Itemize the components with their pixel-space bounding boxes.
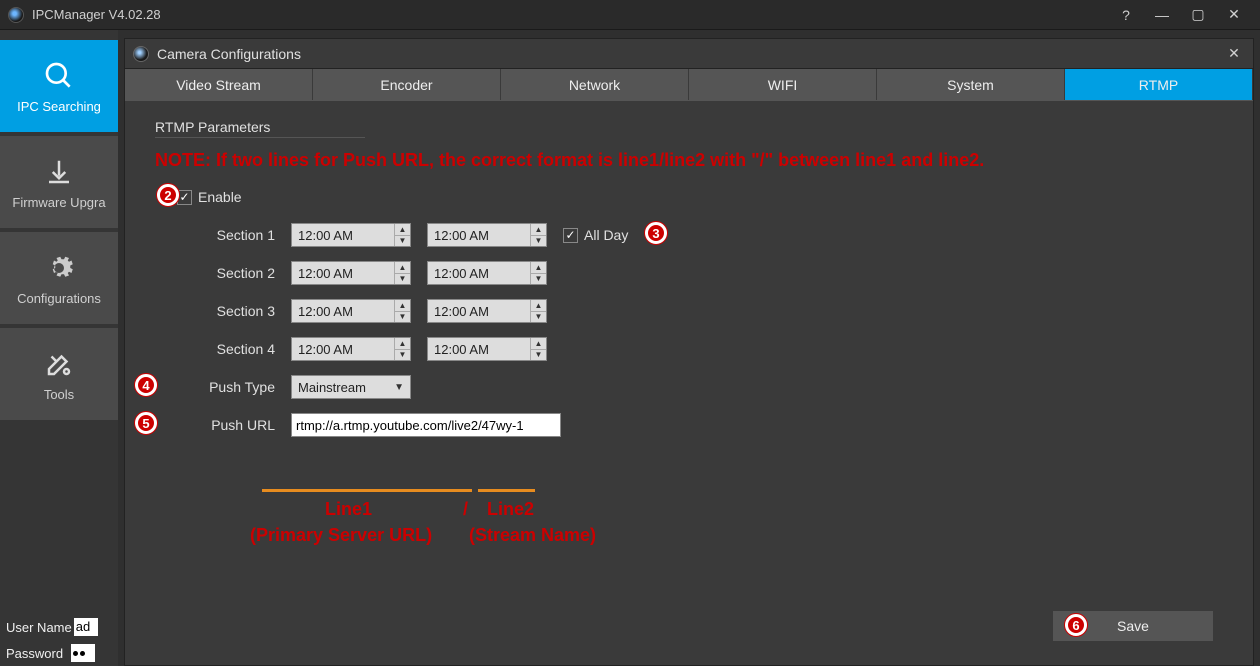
app-icon — [8, 7, 24, 23]
minimize-button[interactable]: — — [1144, 1, 1180, 29]
password-row: Password — [0, 640, 118, 666]
user-name-label: User Name — [6, 620, 72, 635]
app-title: IPCManager V4.02.28 — [32, 7, 1108, 22]
enable-label: Enable — [198, 189, 242, 205]
password-label: Password — [6, 646, 63, 661]
annotation-slash: / — [463, 499, 468, 520]
panel-tabs: Video Stream Encoder Network WIFI System… — [125, 69, 1253, 101]
tools-icon — [42, 347, 76, 381]
annotation-line1: Line1 — [325, 499, 372, 520]
user-name-row: User Name ad — [0, 614, 118, 640]
section-4-to[interactable]: 12:00 AM▲▼ — [427, 337, 547, 361]
camera-icon — [133, 46, 149, 62]
annotation-marker-6: 6 — [1065, 614, 1087, 636]
section-1-to[interactable]: 12:00 AM▲▼ — [427, 223, 547, 247]
annotation-marker-5: 5 — [135, 412, 157, 434]
search-icon — [42, 59, 76, 93]
section-1-label: Section 1 — [155, 227, 275, 243]
camera-config-panel: Camera Configurations ✕ Video Stream Enc… — [124, 38, 1254, 666]
push-type-label: Push Type — [155, 379, 275, 395]
sidebar-label: Tools — [0, 387, 118, 402]
section-1-from[interactable]: 12:00 AM▲▼ — [291, 223, 411, 247]
section-4-from[interactable]: 12:00 AM▲▼ — [291, 337, 411, 361]
close-button[interactable]: ✕ — [1216, 1, 1252, 29]
sidebar-label: Configurations — [0, 291, 118, 306]
annotation-marker-3: 3 — [645, 222, 667, 244]
annotation-line2: Line2 — [487, 499, 534, 520]
sidebar: IPC Searching Firmware Upgra Configurati… — [0, 30, 118, 666]
tab-wifi[interactable]: WIFI — [689, 69, 877, 100]
section-3-label: Section 3 — [155, 303, 275, 319]
section-2-label: Section 2 — [155, 265, 275, 281]
push-type-select[interactable]: Mainstream ▼ — [291, 375, 411, 399]
section-title: RTMP Parameters — [155, 119, 365, 138]
push-url-label: Push URL — [155, 417, 275, 433]
titlebar: IPCManager V4.02.28 ? — ▢ ✕ — [0, 0, 1260, 30]
allday-checkbox[interactable] — [563, 228, 578, 243]
enable-checkbox[interactable] — [177, 190, 192, 205]
sidebar-item-firmware-upgrade[interactable]: Firmware Upgra — [0, 136, 118, 228]
annotation-primary: (Primary Server URL) — [250, 525, 432, 546]
annotation-marker-2: 2 — [157, 184, 179, 206]
annotation-underline-1 — [262, 489, 472, 492]
save-label: Save — [1117, 618, 1149, 634]
sidebar-item-configurations[interactable]: Configurations — [0, 232, 118, 324]
help-button[interactable]: ? — [1108, 1, 1144, 29]
annotation-marker-4: 4 — [135, 374, 157, 396]
push-type-value: Mainstream — [298, 380, 366, 395]
user-name-input[interactable]: ad — [74, 618, 98, 636]
section-2-to[interactable]: 12:00 AM▲▼ — [427, 261, 547, 285]
note-text: NOTE: If two lines for Push URL, the cor… — [155, 150, 1223, 171]
sidebar-label: IPC Searching — [0, 99, 118, 114]
panel-close-button[interactable]: ✕ — [1223, 45, 1245, 62]
tab-rtmp[interactable]: RTMP — [1065, 69, 1253, 100]
panel-title: Camera Configurations — [157, 46, 1223, 62]
annotation-stream: (Stream Name) — [469, 525, 596, 546]
tab-network[interactable]: Network — [501, 69, 689, 100]
section-3-to[interactable]: 12:00 AM▲▼ — [427, 299, 547, 323]
chevron-down-icon: ▼ — [394, 382, 404, 393]
save-button[interactable]: 6 Save — [1053, 611, 1213, 641]
sidebar-label: Firmware Upgra — [0, 195, 118, 210]
gear-icon — [42, 251, 76, 285]
sidebar-item-tools[interactable]: Tools — [0, 328, 118, 420]
download-icon — [42, 155, 76, 189]
maximize-button[interactable]: ▢ — [1180, 1, 1216, 29]
section-4-label: Section 4 — [155, 341, 275, 357]
section-3-from[interactable]: 12:00 AM▲▼ — [291, 299, 411, 323]
tab-video-stream[interactable]: Video Stream — [125, 69, 313, 100]
tab-system[interactable]: System — [877, 69, 1065, 100]
tab-encoder[interactable]: Encoder — [313, 69, 501, 100]
password-input[interactable] — [71, 644, 95, 662]
allday-label: All Day — [584, 227, 628, 243]
section-2-from[interactable]: 12:00 AM▲▼ — [291, 261, 411, 285]
sidebar-item-ipc-search[interactable]: IPC Searching — [0, 40, 118, 132]
annotation-underline-2 — [478, 489, 535, 492]
push-url-input[interactable] — [291, 413, 561, 437]
